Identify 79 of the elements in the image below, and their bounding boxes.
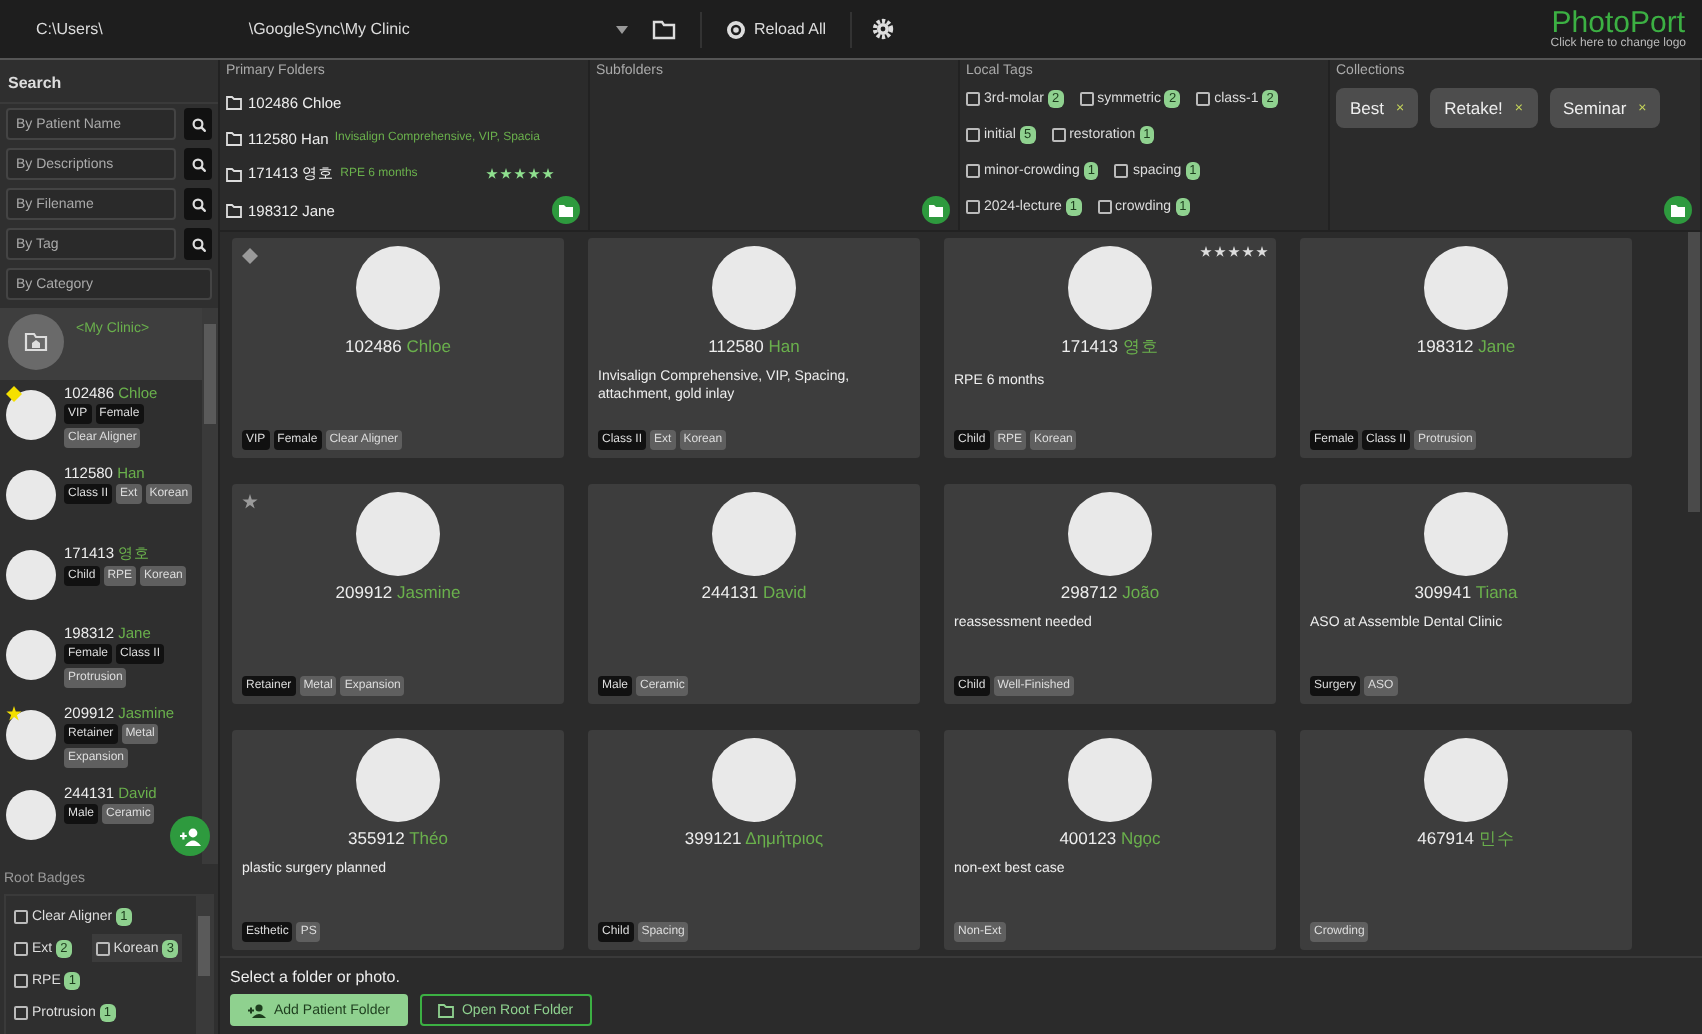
folder-icon: [226, 131, 242, 145]
avatar-placeholder: [1424, 492, 1508, 576]
folder-icon: [558, 203, 574, 217]
patient-name: 209912 Jasmine: [333, 582, 463, 602]
new-collection-button[interactable]: [1664, 196, 1692, 224]
patient-name: 400123 Ngọc: [1057, 828, 1163, 848]
folder-icon: [928, 203, 944, 217]
search-button[interactable]: [184, 228, 212, 260]
checkbox[interactable]: [14, 973, 28, 987]
checkbox[interactable]: [95, 941, 110, 955]
logo-title[interactable]: PhotoPort: [1550, 8, 1686, 38]
search-button[interactable]: [184, 188, 212, 220]
reload-icon: [726, 19, 746, 39]
folder-icon: [437, 1003, 454, 1017]
new-folder-button[interactable]: [552, 196, 580, 224]
search-button[interactable]: [184, 108, 212, 140]
checkbox[interactable]: [1114, 163, 1129, 177]
patient-name: 399121 Δημήτριος: [682, 828, 826, 848]
avatar-placeholder: [6, 470, 56, 520]
search-button[interactable]: [184, 148, 212, 180]
status-message: Select a folder or photo.: [230, 968, 402, 986]
new-subfolder-button[interactable]: [922, 196, 950, 224]
patient-name: 112580 Han: [706, 336, 802, 356]
avatar-placeholder: [6, 550, 56, 600]
avatar-placeholder: [1068, 246, 1152, 330]
checkbox[interactable]: [966, 91, 980, 105]
avatar-placeholder: [6, 630, 56, 680]
avatar-placeholder: [356, 738, 440, 822]
folder-icon: [652, 19, 676, 39]
search-icon: [191, 157, 205, 171]
checkbox[interactable]: [1097, 199, 1112, 213]
search-icon: [191, 117, 205, 131]
patient-name: 102486 Chloe: [343, 336, 453, 356]
patient-name: 355912 Théo: [346, 828, 450, 848]
folder-icon: [226, 95, 242, 109]
home-folder-icon: [24, 332, 48, 352]
patient-name: 244131 David: [699, 582, 809, 602]
search-heading: Search: [0, 60, 218, 104]
checkbox[interactable]: [966, 199, 980, 213]
avatar-placeholder: [712, 492, 796, 576]
search-icon: [191, 197, 205, 211]
checkbox[interactable]: [14, 909, 28, 923]
checkbox[interactable]: [1051, 127, 1066, 141]
change-folder-button[interactable]: [648, 15, 680, 43]
avatar-placeholder: [6, 390, 56, 440]
add-person-icon: [248, 1003, 266, 1017]
avatar-placeholder: [1424, 738, 1508, 822]
checkbox[interactable]: [14, 941, 28, 955]
folder-icon: [226, 167, 242, 181]
checkbox[interactable]: [14, 1005, 28, 1019]
path-dropdown[interactable]: C:\Users\ \GoogleSync\My Clinic: [36, 20, 596, 38]
add-patient-button[interactable]: [170, 816, 210, 856]
avatar-placeholder: [356, 246, 440, 330]
patient-name: 298712 João: [1058, 582, 1162, 602]
avatar-placeholder: [1068, 492, 1152, 576]
checkbox[interactable]: [1196, 91, 1211, 105]
folder-icon: [226, 203, 242, 217]
scrollbar[interactable]: [202, 308, 218, 864]
folder-icon: [1670, 203, 1686, 217]
search-icon: [191, 237, 205, 251]
patient-name: 467914 민수: [1415, 828, 1517, 852]
dropdown-caret-icon[interactable]: [616, 25, 628, 33]
avatar-placeholder: [1068, 738, 1152, 822]
avatar-placeholder: [356, 492, 440, 576]
reload-all-button[interactable]: Reload All: [722, 15, 831, 43]
avatar-placeholder: [712, 738, 796, 822]
scrollbar[interactable]: [196, 896, 212, 1034]
checkbox[interactable]: [966, 163, 980, 177]
avatar-placeholder: [712, 246, 796, 330]
avatar-placeholder: [1424, 246, 1508, 330]
add-person-icon: [179, 827, 201, 845]
checkbox[interactable]: [1079, 91, 1094, 105]
avatar-placeholder: [6, 710, 56, 760]
patient-name: 198312 Jane: [1414, 336, 1518, 356]
patient-name: 309941 Tiana: [1412, 582, 1520, 602]
patient-name: 171413 영호: [1059, 336, 1161, 360]
settings-icon[interactable]: [872, 18, 895, 40]
avatar-placeholder: [6, 790, 56, 840]
checkbox[interactable]: [966, 127, 980, 141]
